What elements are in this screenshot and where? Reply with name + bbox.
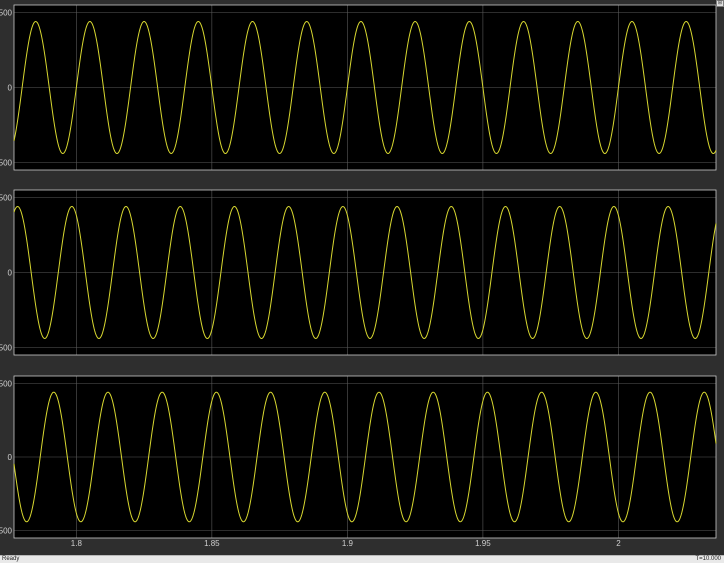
- y-tick-label: -500: [0, 159, 13, 168]
- scope-axes-2: 500 0 -500: [0, 189, 717, 356]
- scope-plots: 500 0 -500 500 0 -500 500 0 -500 1.8 1.85 1.9 1.95 2: [0, 4, 717, 548]
- status-ready: Ready: [2, 556, 20, 562]
- x-tick-label: 2: [616, 539, 621, 548]
- x-tick-label: 1.95: [475, 539, 491, 548]
- y-tick-label: 0: [8, 269, 13, 278]
- x-tick-label: 1.8: [71, 539, 83, 548]
- status-sim-time: T=10.000: [695, 556, 721, 562]
- y-tick-label: 500: [0, 379, 13, 388]
- scope-window: 5000-5005000-5005000-5001.81.851.91.952 …: [0, 0, 724, 563]
- y-tick-label: 0: [8, 453, 13, 462]
- status-bar: Ready T=10.000: [0, 555, 724, 563]
- scope-axes-3: 500 0 -500: [0, 375, 717, 539]
- y-tick-label: 0: [8, 84, 13, 93]
- y-tick-label: 500: [0, 194, 13, 203]
- scope-axes-1: 500 0 -500: [0, 4, 717, 171]
- y-tick-label: -500: [0, 344, 13, 353]
- x-tick-label: 1.85: [204, 539, 220, 548]
- scope-autoscale-icon[interactable]: ⊞: [716, 0, 724, 7]
- y-tick-label: -500: [0, 527, 13, 536]
- x-tick-label: 1.9: [342, 539, 354, 548]
- y-tick-label: 500: [0, 9, 13, 18]
